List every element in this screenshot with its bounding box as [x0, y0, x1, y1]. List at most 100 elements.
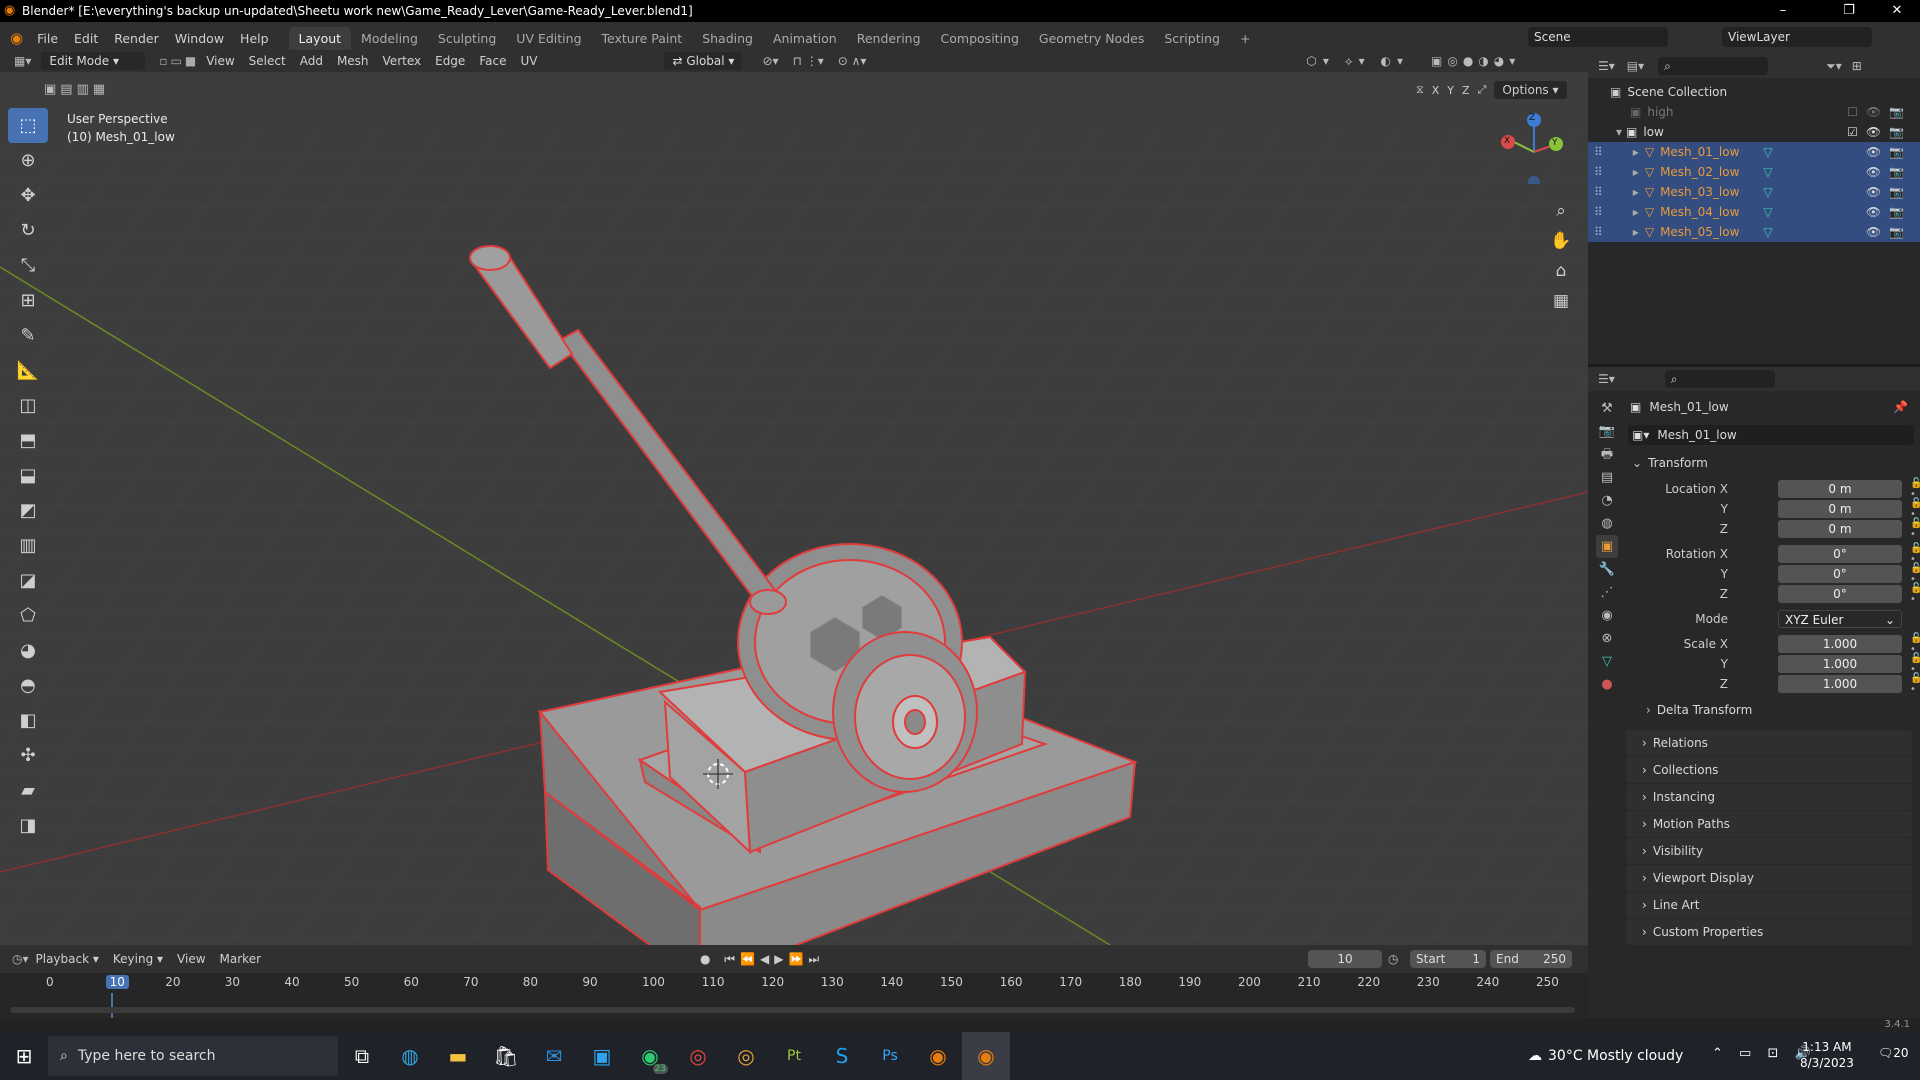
- mirror-icon[interactable]: ⧖: [1416, 83, 1424, 97]
- lock-icon[interactable]: 🔓•: [1910, 673, 1920, 695]
- navigation-gizmo[interactable]: Z Y X: [1494, 112, 1566, 188]
- header-select[interactable]: Select: [242, 54, 293, 68]
- lock-icon[interactable]: 🔓•: [1910, 563, 1920, 585]
- task-view-icon[interactable]: ⧉: [338, 1032, 386, 1080]
- visibility-toggles[interactable]: 👁📷: [1866, 205, 1912, 219]
- expand-arrow-icon[interactable]: ▾: [1616, 125, 1622, 139]
- tab-modeling[interactable]: Modeling: [351, 27, 428, 50]
- expand-arrow-icon[interactable]: ▸: [1633, 165, 1639, 179]
- skype-icon[interactable]: S: [818, 1032, 866, 1080]
- camera-icon[interactable]: ⌂: [1548, 256, 1574, 286]
- object-name-input[interactable]: Mesh_01_low: [1657, 428, 1736, 442]
- minimize-button[interactable]: –: [1760, 0, 1806, 22]
- edge-browser-icon[interactable]: ◍: [386, 1032, 434, 1080]
- timeline-playback-menu[interactable]: Playback ▾: [29, 952, 106, 966]
- edit-mode-icon[interactable]: ⠿: [1594, 165, 1603, 179]
- orientation-dropdown[interactable]: ⇄ Global ▾: [664, 52, 743, 70]
- visibility-toggles[interactable]: 👁📷: [1866, 145, 1912, 159]
- object-type-icon[interactable]: ▣▾: [1632, 428, 1649, 442]
- selection-mode-toggles[interactable]: ▣▤▥▦: [44, 82, 109, 97]
- timeline-keying-menu[interactable]: Keying ▾: [106, 952, 170, 966]
- 3d-viewport[interactable]: User Perspective (10) Mesh_01_low Z Y X …: [0, 72, 1588, 945]
- scene-tab-icon[interactable]: ◔: [1596, 489, 1618, 512]
- panel-motion-paths[interactable]: › Motion Paths: [1626, 811, 1912, 837]
- header-view[interactable]: View: [199, 54, 241, 68]
- tab-layout[interactable]: Layout: [288, 26, 352, 50]
- edit-mode-icon[interactable]: ⠿: [1594, 185, 1603, 199]
- rip-region-tool-icon[interactable]: ◨: [8, 808, 48, 843]
- add-cube-tool-icon[interactable]: ◫: [8, 388, 48, 423]
- mode-dropdown[interactable]: Edit Mode ▾: [41, 52, 146, 70]
- maximize-button[interactable]: ❐: [1826, 0, 1872, 22]
- menu-window[interactable]: Window: [167, 31, 232, 46]
- transform-tool-icon[interactable]: ⊞: [8, 283, 48, 318]
- proportional-edit-icon[interactable]: ⊙ ∧▾: [838, 54, 867, 68]
- select-mode-icons[interactable]: ▫▭■: [159, 54, 199, 68]
- measure-tool-icon[interactable]: 📐: [8, 353, 48, 388]
- outliner-type-icon[interactable]: ☰▾: [1598, 59, 1615, 73]
- viewport-scene[interactable]: [0, 72, 1588, 945]
- tab-rendering[interactable]: Rendering: [847, 27, 931, 50]
- snap-icon[interactable]: ⊓ ⋮▾: [793, 54, 824, 68]
- object-tab-icon[interactable]: ▣: [1596, 535, 1618, 558]
- header-edge[interactable]: Edge: [428, 54, 472, 68]
- properties-type-icon[interactable]: ☰▾: [1598, 372, 1615, 386]
- close-button[interactable]: ✕: [1874, 0, 1920, 22]
- panel-line-art[interactable]: › Line Art: [1626, 892, 1912, 918]
- scale-z-field[interactable]: 1.000: [1778, 675, 1902, 693]
- poly-build-tool-icon[interactable]: ⬠: [8, 598, 48, 633]
- modifier-tab-icon[interactable]: 🔧: [1596, 558, 1618, 581]
- visibility-toggles[interactable]: ☐👁📷: [1847, 105, 1912, 119]
- outliner-object-row[interactable]: ⠿ ▸ ▽ Mesh_02_low ▽ 👁📷: [1588, 162, 1920, 182]
- bevel-tool-icon[interactable]: ◩: [8, 493, 48, 528]
- app-icon[interactable]: ▣: [578, 1032, 626, 1080]
- tab-sculpting[interactable]: Sculpting: [428, 27, 506, 50]
- cursor-tool-icon[interactable]: ⊕: [8, 143, 48, 178]
- lock-icon[interactable]: 🔓•: [1910, 543, 1920, 565]
- header-vertex[interactable]: Vertex: [376, 54, 429, 68]
- transform-panel-header[interactable]: ⌄ Transform: [1628, 453, 1914, 473]
- pan-hand-icon[interactable]: ✋: [1548, 226, 1574, 256]
- clock-icon[interactable]: ◷: [1388, 952, 1398, 966]
- lock-icon[interactable]: 🔓•: [1910, 518, 1920, 540]
- file-explorer-icon[interactable]: ▬: [434, 1032, 482, 1080]
- header-mesh[interactable]: Mesh: [330, 54, 376, 68]
- spin-tool-icon[interactable]: ◕: [8, 633, 48, 668]
- tab-animation[interactable]: Animation: [763, 27, 847, 50]
- menu-render[interactable]: Render: [106, 31, 167, 46]
- axis-z-toggle[interactable]: Z: [1462, 84, 1470, 97]
- viewlayer-selector[interactable]: ViewLayer: [1722, 27, 1872, 47]
- blender-active-taskbar-icon[interactable]: ◉: [962, 1032, 1010, 1080]
- select-box-tool-icon[interactable]: ⬚: [8, 108, 48, 143]
- lock-icon[interactable]: 🔓•: [1910, 498, 1920, 520]
- notification-icon[interactable]: 🗨20: [1878, 1046, 1909, 1060]
- scale-tool-icon[interactable]: ⤡: [8, 248, 48, 283]
- tab-uv-editing[interactable]: UV Editing: [506, 27, 591, 50]
- smooth-tool-icon[interactable]: ◓: [8, 668, 48, 703]
- menu-file[interactable]: File: [29, 31, 66, 46]
- lock-icon[interactable]: 🔓•: [1910, 583, 1920, 605]
- pin-icon[interactable]: 📌: [1893, 400, 1908, 414]
- outliner-object-row[interactable]: ⠿ ▸ ▽ Mesh_01_low ▽ 👁📷: [1588, 142, 1920, 162]
- visibility-toggles[interactable]: 👁📷: [1866, 185, 1912, 199]
- expand-arrow-icon[interactable]: ▸: [1633, 145, 1639, 159]
- start-frame-field[interactable]: Start 1: [1410, 950, 1486, 968]
- blender-taskbar-icon[interactable]: ◉: [914, 1032, 962, 1080]
- tab-scripting[interactable]: Scripting: [1154, 27, 1230, 50]
- rotate-tool-icon[interactable]: ↻: [8, 213, 48, 248]
- panel-collections[interactable]: › Collections: [1626, 757, 1912, 783]
- timeline-marker-menu[interactable]: Marker: [213, 952, 268, 966]
- display-mode-icon[interactable]: ▤▾: [1627, 59, 1644, 73]
- panel-viewport-display[interactable]: › Viewport Display: [1626, 865, 1912, 891]
- shrink-fatten-tool-icon[interactable]: ✣: [8, 738, 48, 773]
- filter-icon[interactable]: ⏷▾: [1826, 59, 1842, 74]
- viewport-overlay-icons[interactable]: ⬡▾ ⟡▾ ◐▾: [1306, 54, 1409, 69]
- current-frame-field[interactable]: 10: [1308, 950, 1382, 968]
- panel-custom-properties[interactable]: › Custom Properties: [1626, 919, 1912, 945]
- clock[interactable]: 1:13 AM 8/3/2023: [1800, 1039, 1854, 1071]
- new-collection-icon[interactable]: ⊞: [1852, 59, 1862, 73]
- lock-icon[interactable]: 🔓•: [1910, 478, 1920, 500]
- add-workspace-button[interactable]: +: [1230, 27, 1260, 50]
- outliner-object-row[interactable]: ⠿ ▸ ▽ Mesh_03_low ▽ 👁📷: [1588, 182, 1920, 202]
- chrome-icon[interactable]: ◎: [674, 1032, 722, 1080]
